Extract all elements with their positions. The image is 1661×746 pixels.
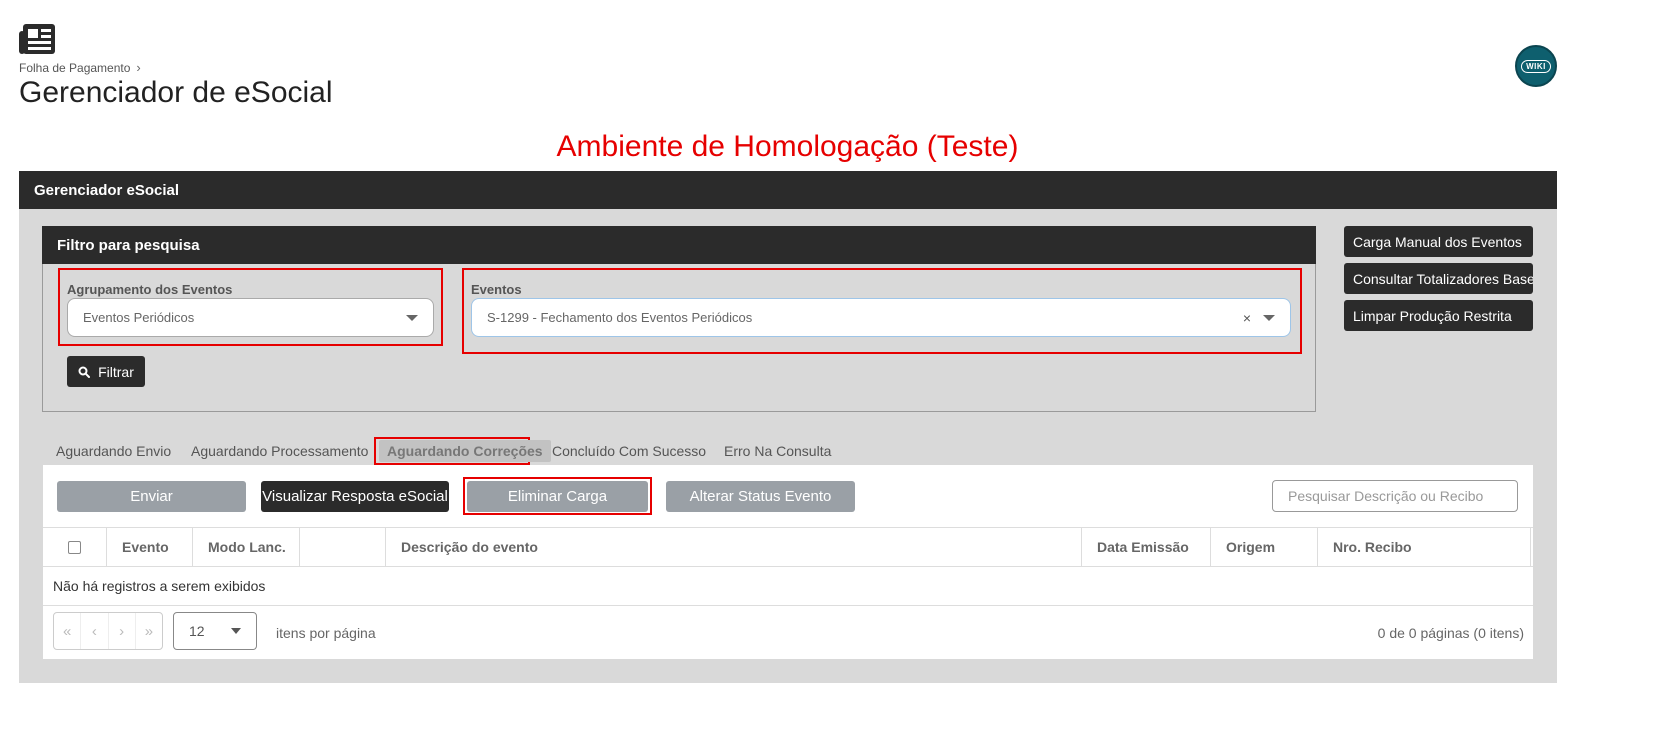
newspaper-icon [19, 22, 57, 56]
manual-load-button[interactable]: Carga Manual dos Eventos [1344, 226, 1533, 257]
delete-load-button[interactable]: Eliminar Carga [467, 481, 648, 512]
tab-aguardando-correcoes[interactable]: Aguardando Correções [379, 440, 551, 462]
view-response-button[interactable]: Visualizar Resposta eSocial [261, 481, 449, 512]
caret-down-icon[interactable] [1263, 314, 1275, 321]
change-status-button[interactable]: Alterar Status Evento [666, 481, 855, 512]
tab-erro-na-consulta[interactable]: Erro Na Consulta [724, 443, 831, 459]
page-title: Gerenciador de eSocial [19, 76, 333, 109]
main-panel-title: Gerenciador eSocial [19, 171, 1557, 209]
search-icon [78, 366, 91, 378]
filter-button-label: Filtrar [98, 363, 134, 380]
filter-button[interactable]: Filtrar [67, 356, 145, 387]
chevron-right-icon: › [136, 60, 141, 75]
tab-aguardando-processamento[interactable]: Aguardando Processamento [191, 443, 368, 459]
group-select[interactable]: Eventos Periódicos [67, 298, 434, 337]
wiki-label: WIKI [1521, 59, 1551, 73]
next-page-icon[interactable]: › [109, 613, 136, 649]
column-modo-lanc[interactable]: Modo Lanc. [193, 528, 300, 566]
search-input[interactable]: Pesquisar Descrição ou Recibo [1272, 480, 1518, 512]
clear-restricted-button[interactable]: Limpar Produção Restrita [1344, 300, 1533, 331]
per-page-value: 12 [189, 623, 205, 639]
send-button[interactable]: Enviar [57, 481, 246, 512]
pager: « ‹ › » [53, 612, 163, 650]
caret-down-icon [406, 314, 418, 321]
select-all-cell [43, 528, 107, 566]
first-page-icon[interactable]: « [54, 613, 82, 649]
wiki-button[interactable]: WIKI [1515, 45, 1557, 87]
prev-page-icon[interactable]: ‹ [81, 613, 109, 649]
column-descricao[interactable]: Descrição do evento [386, 528, 1082, 566]
tab-aguardando-envio[interactable]: Aguardando Envio [56, 443, 171, 459]
clear-icon[interactable]: × [1243, 310, 1251, 326]
tab-concluido-com-sucesso[interactable]: Concluído Com Sucesso [552, 443, 706, 459]
events-select-value: S-1299 - Fechamento dos Eventos Periódic… [487, 310, 753, 325]
filter-panel-title: Filtro para pesquisa [42, 226, 1316, 264]
column-evento[interactable]: Evento [107, 528, 193, 566]
column-origem[interactable]: Origem [1211, 528, 1318, 566]
column-nro-recibo[interactable]: Nro. Recibo [1318, 528, 1531, 566]
events-label: Eventos [471, 282, 522, 297]
page-root: Folha de Pagamento › Gerenciador de eSoc… [0, 0, 1661, 746]
page-info: 0 de 0 páginas (0 itens) [1377, 625, 1524, 641]
caret-down-icon [231, 628, 241, 634]
breadcrumb: Folha de Pagamento › [19, 60, 141, 75]
column-blank [300, 528, 386, 566]
column-data-emissao[interactable]: Data Emissão [1082, 528, 1211, 566]
events-select[interactable]: S-1299 - Fechamento dos Eventos Periódic… [471, 298, 1291, 337]
table-header: Evento Modo Lanc. Descrição do evento Da… [43, 527, 1533, 567]
last-page-icon[interactable]: » [136, 613, 162, 649]
environment-banner: Ambiente de Homologação (Teste) [556, 130, 1019, 163]
empty-message: Não há registros a serem exibidos [53, 578, 266, 594]
per-page-label: itens por página [276, 625, 376, 641]
group-label: Agrupamento dos Eventos [67, 282, 233, 297]
table-footer-divider [43, 605, 1533, 606]
group-select-value: Eventos Periódicos [83, 310, 195, 325]
breadcrumb-item[interactable]: Folha de Pagamento [19, 61, 130, 75]
per-page-select[interactable]: 12 [173, 612, 257, 650]
select-all-checkbox[interactable] [68, 540, 81, 554]
totals-button[interactable]: Consultar Totalizadores Base [1344, 263, 1533, 294]
